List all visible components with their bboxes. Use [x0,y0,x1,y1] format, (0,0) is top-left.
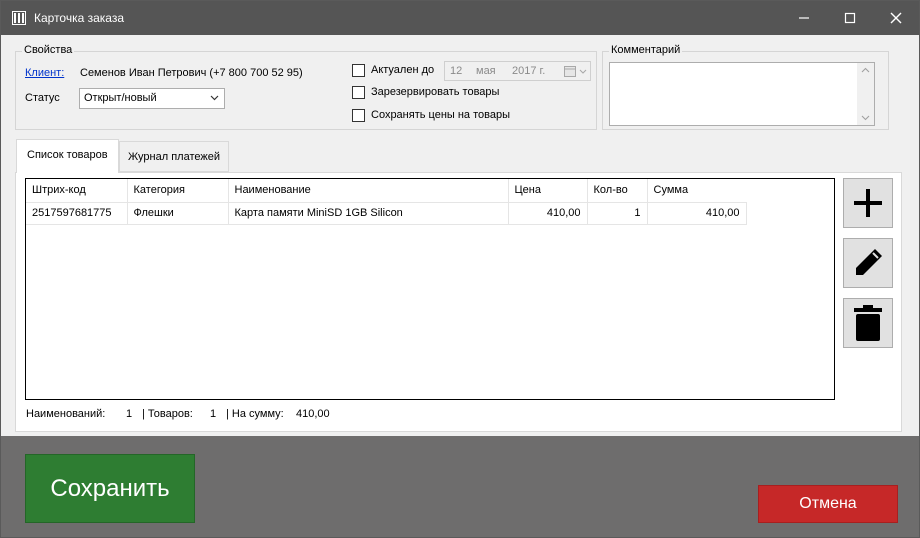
maximize-button[interactable] [827,1,873,35]
date-day: 12 [450,65,463,77]
products-grid[interactable]: Штрих-код Категория Наименование Цена Ко… [25,178,835,400]
calendar-icon [564,66,576,77]
cell-qty[interactable]: 1 [587,201,648,225]
close-icon [890,12,902,24]
chevron-down-icon [579,69,587,74]
maximize-icon [844,12,856,24]
chevron-down-icon [210,95,219,101]
keep-prices-checkbox[interactable] [352,109,365,122]
status-select-value: Открыт/новый [84,92,157,104]
minimize-icon [799,17,809,19]
status-label: Статус [25,92,60,104]
content-area: Свойства Клиент: Семенов Иван Петрович (… [1,35,919,436]
plus-icon [854,189,882,217]
comment-textarea[interactable] [609,62,875,126]
client-link[interactable]: Клиент: [25,67,64,79]
status-select[interactable]: Открыт/новый [79,88,225,109]
actual-until-date-picker[interactable]: 12 мая 2017 г. [444,61,591,81]
scroll-up-icon [861,67,870,73]
delete-item-button[interactable] [843,298,893,348]
tab-payment-log[interactable]: Журнал платежей [119,141,229,172]
scroll-down-icon [861,115,870,121]
summary-items-label: Наименований: [26,408,106,420]
table-row[interactable]: 2517597681775 Флешки Карта памяти MiniSD… [26,201,747,225]
table-header-row: Штрих-код Категория Наименование Цена Ко… [26,179,746,202]
summary-goods-label: | Товаров: [142,408,193,420]
column-header-qty[interactable]: Кол-во [587,179,648,202]
properties-legend: Свойства [22,44,75,56]
date-month: мая [476,65,496,77]
column-header-name[interactable]: Наименование [228,179,509,202]
pencil-icon [856,249,882,275]
cell-price[interactable]: 410,00 [508,201,588,225]
actual-until-checkbox[interactable] [352,64,365,77]
products-table: Штрих-код Категория Наименование Цена Ко… [26,179,747,225]
minimize-button[interactable] [781,1,827,35]
save-button[interactable]: Сохранить [25,454,195,523]
close-button[interactable] [873,1,919,35]
reserve-checkbox[interactable] [352,86,365,99]
column-header-price[interactable]: Цена [508,179,588,202]
client-value: Семенов Иван Петрович (+7 800 700 52 95) [80,67,303,79]
edit-item-button[interactable] [843,238,893,288]
summary-total-value: 410,00 [296,408,330,420]
reserve-label: Зарезервировать товары [371,86,500,98]
actual-until-label: Актуален до [371,64,435,76]
column-header-sum[interactable]: Сумма [647,179,746,202]
title-bar[interactable]: Карточка заказа [1,1,919,35]
cancel-button[interactable]: Отмена [758,485,898,523]
trash-icon [854,305,882,341]
column-header-barcode[interactable]: Штрих-код [26,179,128,202]
comment-legend: Комментарий [609,44,683,56]
summary-goods-value: 1 [210,408,217,420]
tab-product-list[interactable]: Список товаров [16,139,119,173]
summary-total-label: | На сумму: [226,408,284,420]
comment-scrollbar[interactable] [857,63,874,125]
cell-name[interactable]: Карта памяти MiniSD 1GB Silicon [228,201,509,225]
tab-product-list-label: Список товаров [27,149,108,161]
column-header-category[interactable]: Категория [127,179,229,202]
tab-payment-log-label: Журнал платежей [128,151,220,163]
date-year: 2017 г. [512,65,546,77]
cell-category[interactable]: Флешки [127,201,229,225]
cell-sum[interactable]: 410,00 [647,201,747,225]
summary-items-value: 1 [126,408,133,420]
add-item-button[interactable] [843,178,893,228]
order-card-window: Карточка заказа Свойства Клиент: Семенов… [0,0,920,538]
keep-prices-label: Сохранять цены на товары [371,109,511,121]
app-icon [12,11,26,25]
window-title: Карточка заказа [34,11,125,25]
cell-barcode[interactable]: 2517597681775 [26,201,128,225]
